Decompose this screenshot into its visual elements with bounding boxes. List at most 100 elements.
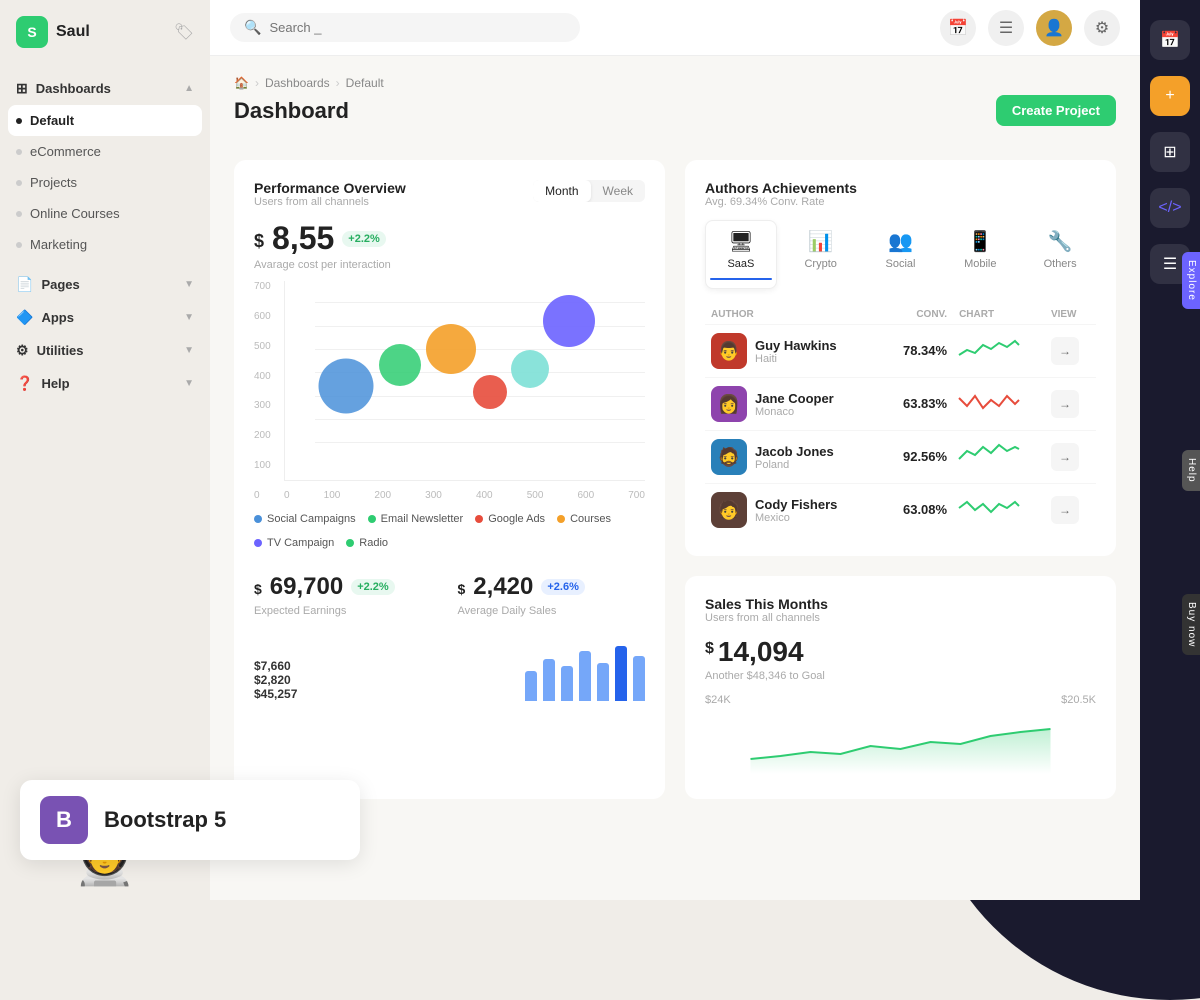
- y-axis: 700 600 500 400 300 200 100 0: [254, 281, 271, 501]
- right-panel: 📅 + ⊞ </> ☰ Explore Help Buy now: [1140, 0, 1200, 900]
- bootstrap-text: Bootstrap 5: [104, 807, 226, 833]
- view-button[interactable]: →: [1051, 390, 1079, 418]
- mini-chart-1: [959, 335, 1019, 363]
- panel-icon-grid[interactable]: ⊞: [1150, 132, 1190, 172]
- menu-icon[interactable]: ☰: [988, 10, 1024, 46]
- sidebar-section-apps[interactable]: 🔷 Apps ▼: [0, 301, 210, 334]
- table-body: 👨 Guy Hawkins Haiti 78.34%: [705, 325, 1096, 537]
- buy-now-button[interactable]: Buy now: [1182, 594, 1200, 655]
- sidebar-item-projects[interactable]: Projects: [0, 167, 210, 198]
- daily-badge: +2.6%: [541, 579, 585, 595]
- content-grid: Performance Overview Users from all chan…: [234, 160, 1116, 799]
- earnings-label: Expected Earnings: [254, 605, 442, 617]
- sidebar: S Saul 🏷 ⊞ Dashboards ▲ Default eCommerc…: [0, 0, 210, 900]
- sales-subtitle: Users from all channels: [705, 612, 1096, 624]
- amounts-list: $7,660 $2,820 $45,257: [254, 659, 297, 701]
- sidebar-item-default[interactable]: Default: [8, 105, 202, 136]
- table-row: 🧑 Cody Fishers Mexico 63.08%: [705, 484, 1096, 537]
- perf-title: Performance Overview: [254, 180, 406, 196]
- notification-icon[interactable]: 📅: [940, 10, 976, 46]
- chart-area: [284, 281, 645, 481]
- back-icon[interactable]: 🏷: [174, 22, 194, 42]
- home-icon[interactable]: 🏠: [234, 76, 249, 90]
- search-box[interactable]: 🔍: [230, 13, 580, 42]
- mini-chart-3: [959, 441, 1019, 469]
- avatar: 👩: [711, 386, 747, 422]
- tab-social[interactable]: 👥 Social: [865, 220, 937, 289]
- tab-others[interactable]: 🔧 Others: [1024, 220, 1096, 289]
- view-button[interactable]: →: [1051, 337, 1079, 365]
- performance-card: Performance Overview Users from all chan…: [234, 160, 665, 799]
- breadcrumb-dashboards[interactable]: Dashboards: [265, 76, 330, 90]
- view-button[interactable]: →: [1051, 443, 1079, 471]
- sidebar-item-ecommerce[interactable]: eCommerce: [0, 136, 210, 167]
- authors-subtitle: Avg. 69.34% Conv. Rate: [705, 196, 1096, 208]
- sales-goal: Another $48,346 to Goal: [705, 670, 1096, 682]
- sidebar-section-utilities[interactable]: ⚙ Utilities ▼: [0, 334, 210, 367]
- sidebar-header: S Saul 🏷: [0, 0, 210, 64]
- create-project-button[interactable]: Create Project: [996, 95, 1116, 126]
- bubble-courses: [426, 324, 476, 374]
- explore-button[interactable]: Explore: [1182, 252, 1200, 309]
- sidebar-nav: ⊞ Dashboards ▲ Default eCommerce Project…: [0, 64, 210, 767]
- chevron-icon: ▼: [184, 312, 194, 323]
- help-button[interactable]: Help: [1182, 450, 1200, 491]
- panel-icon-add[interactable]: +: [1150, 76, 1190, 116]
- chevron-icon: ▼: [184, 345, 194, 356]
- chevron-icon: ▼: [184, 378, 194, 389]
- topbar: 🔍 📅 ☰ 👤 ⚙: [210, 0, 1140, 56]
- x-axis: 0 100 200 300 400 500 600 700: [284, 490, 645, 501]
- daily-stat: $2,420 +2.6% Average Daily Sales: [458, 569, 646, 617]
- tab-saas[interactable]: 🖥 SaaS: [705, 220, 777, 289]
- legend-email: Email Newsletter: [368, 513, 464, 525]
- search-input[interactable]: [269, 20, 566, 35]
- chevron-icon: ▼: [184, 279, 194, 290]
- active-dot: [16, 118, 22, 124]
- sidebar-section-help[interactable]: ❓ Help ▼: [0, 367, 210, 400]
- month-toggle[interactable]: Month: [533, 180, 590, 202]
- sidebar-section-dashboards[interactable]: ⊞ Dashboards ▲: [0, 72, 210, 105]
- panel-icon-calendar[interactable]: 📅: [1150, 20, 1190, 60]
- bootstrap-icon: B: [40, 796, 88, 844]
- performance-value: $ 8,55 +2.2%: [254, 220, 645, 257]
- sales-title: Sales This Months: [705, 596, 1096, 612]
- authors-title: Authors Achievements: [705, 180, 1096, 196]
- avatar: 🧔: [711, 439, 747, 475]
- authors-card: Authors Achievements Avg. 69.34% Conv. R…: [685, 160, 1116, 556]
- panel-icon-code[interactable]: </>: [1150, 188, 1190, 228]
- nav-dot: [16, 211, 22, 217]
- table-row: 👨 Guy Hawkins Haiti 78.34%: [705, 325, 1096, 378]
- legend-social: Social Campaigns: [254, 513, 356, 525]
- sidebar-item-online-courses[interactable]: Online Courses: [0, 198, 210, 229]
- breadcrumb-current: Default: [346, 76, 384, 90]
- tab-crypto[interactable]: 📊 Crypto: [785, 220, 857, 289]
- main-area: 🔍 📅 ☰ 👤 ⚙ 🏠 › Dashboards › Default Dashb…: [210, 0, 1140, 900]
- view-button[interactable]: →: [1051, 496, 1079, 524]
- breadcrumb: 🏠 › Dashboards › Default: [234, 76, 384, 90]
- nav-dot: [16, 149, 22, 155]
- legend-radio: Radio: [346, 537, 388, 549]
- tab-mobile[interactable]: 📱 Mobile: [944, 220, 1016, 289]
- legend-google-ads: Google Ads: [475, 513, 545, 525]
- page-title: Dashboard: [234, 98, 384, 124]
- app-name: Saul: [56, 23, 90, 41]
- earnings-badge: +2.2%: [351, 579, 395, 595]
- table-row: 🧔 Jacob Jones Poland 92.56%: [705, 431, 1096, 484]
- main-content: 🏠 › Dashboards › Default Dashboard Creat…: [210, 56, 1140, 900]
- chevron-icon: ▲: [184, 83, 194, 94]
- settings-icon[interactable]: ⚙: [1084, 10, 1120, 46]
- performance-badge: +2.2%: [342, 231, 386, 247]
- user-avatar[interactable]: 👤: [1036, 10, 1072, 46]
- avatar: 🧑: [711, 492, 747, 528]
- sidebar-section-pages[interactable]: 📄 Pages ▼: [0, 268, 210, 301]
- authors-table: AUTHOR CONV. CHART VIEW �: [705, 305, 1096, 536]
- sales-value: $ 14,094: [705, 636, 1096, 668]
- bubble-tv: [543, 295, 595, 347]
- week-toggle[interactable]: Week: [591, 180, 645, 202]
- mini-chart-4: [959, 494, 1019, 522]
- legend-tv: TV Campaign: [254, 537, 334, 549]
- sidebar-item-marketing[interactable]: Marketing: [0, 229, 210, 260]
- time-toggle: Month Week: [533, 180, 645, 202]
- right-column: Authors Achievements Avg. 69.34% Conv. R…: [685, 160, 1116, 799]
- earnings-stat: $69,700 +2.2% Expected Earnings: [254, 569, 442, 617]
